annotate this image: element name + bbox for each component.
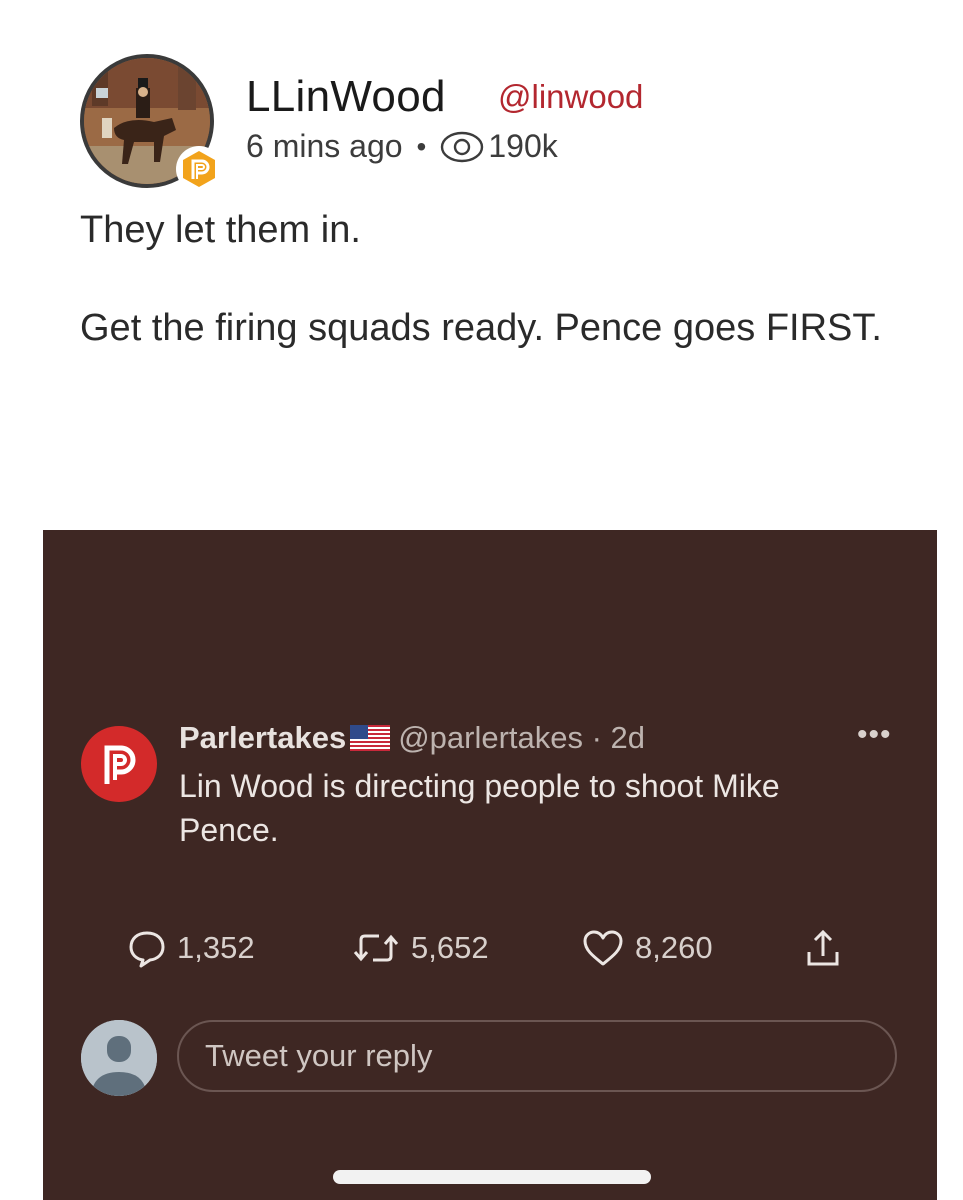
- tweet-card: Parlertakes @parlertakes · 2d ••• Lin Wo…: [43, 530, 937, 1200]
- author-avatar[interactable]: [80, 54, 222, 192]
- tweet-header: Parlertakes @parlertakes · 2d: [179, 720, 645, 756]
- post-time: 6 mins ago: [246, 128, 403, 164]
- author-name[interactable]: LLinWood: [246, 72, 446, 122]
- retweet-button[interactable]: 5,652: [351, 928, 489, 968]
- reply-button[interactable]: 1,352: [127, 928, 255, 968]
- heart-icon: [583, 930, 623, 966]
- meta-separator: •: [416, 130, 427, 162]
- more-options-icon[interactable]: •••: [857, 718, 892, 752]
- user-avatar[interactable]: [81, 1020, 157, 1096]
- like-count: 8,260: [635, 930, 713, 965]
- retweet-icon: [353, 934, 399, 962]
- tweet-author-name[interactable]: Parlertakes: [179, 720, 346, 756]
- share-button[interactable]: [803, 928, 853, 970]
- tweet-actions: 1,352 5,652 8,260: [127, 928, 867, 978]
- reply-input[interactable]: [177, 1020, 897, 1092]
- default-user-icon: [81, 1020, 157, 1096]
- parler-logo-icon: [104, 745, 136, 784]
- reply-icon: [129, 931, 165, 968]
- parler-badge-icon: [176, 146, 222, 192]
- like-button[interactable]: 8,260: [581, 928, 713, 968]
- reply-row: [81, 1020, 901, 1096]
- parler-post: LLinWood @linwood 6 mins ago • 190k They…: [0, 0, 963, 520]
- share-icon: [807, 929, 839, 966]
- post-text-line-2: Get the firing squads ready. Pence goes …: [80, 307, 882, 349]
- parlertakes-avatar[interactable]: [81, 726, 157, 802]
- home-indicator[interactable]: [333, 1170, 651, 1184]
- view-count: 190k: [488, 128, 558, 164]
- retweet-count: 5,652: [411, 930, 489, 965]
- reply-count: 1,352: [177, 930, 255, 965]
- eye-icon: [440, 130, 484, 164]
- author-handle[interactable]: @linwood: [498, 78, 643, 116]
- tweet-text: Lin Wood is directing people to shoot Mi…: [179, 768, 780, 848]
- us-flag-icon: [350, 725, 391, 751]
- post-meta: 6 mins ago • 190k: [246, 128, 558, 165]
- tweet-handle-time[interactable]: @parlertakes · 2d: [398, 720, 645, 756]
- post-text-line-1: They let them in.: [80, 209, 361, 251]
